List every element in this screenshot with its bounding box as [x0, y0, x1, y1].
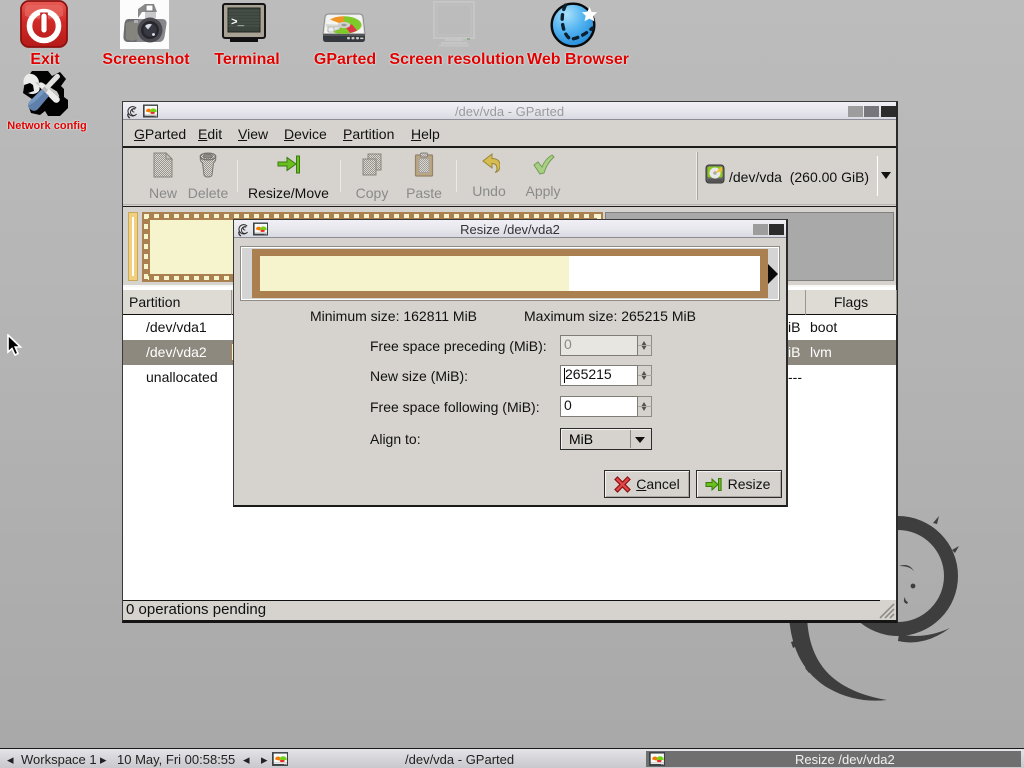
svg-text:>_: >_ [231, 17, 245, 29]
